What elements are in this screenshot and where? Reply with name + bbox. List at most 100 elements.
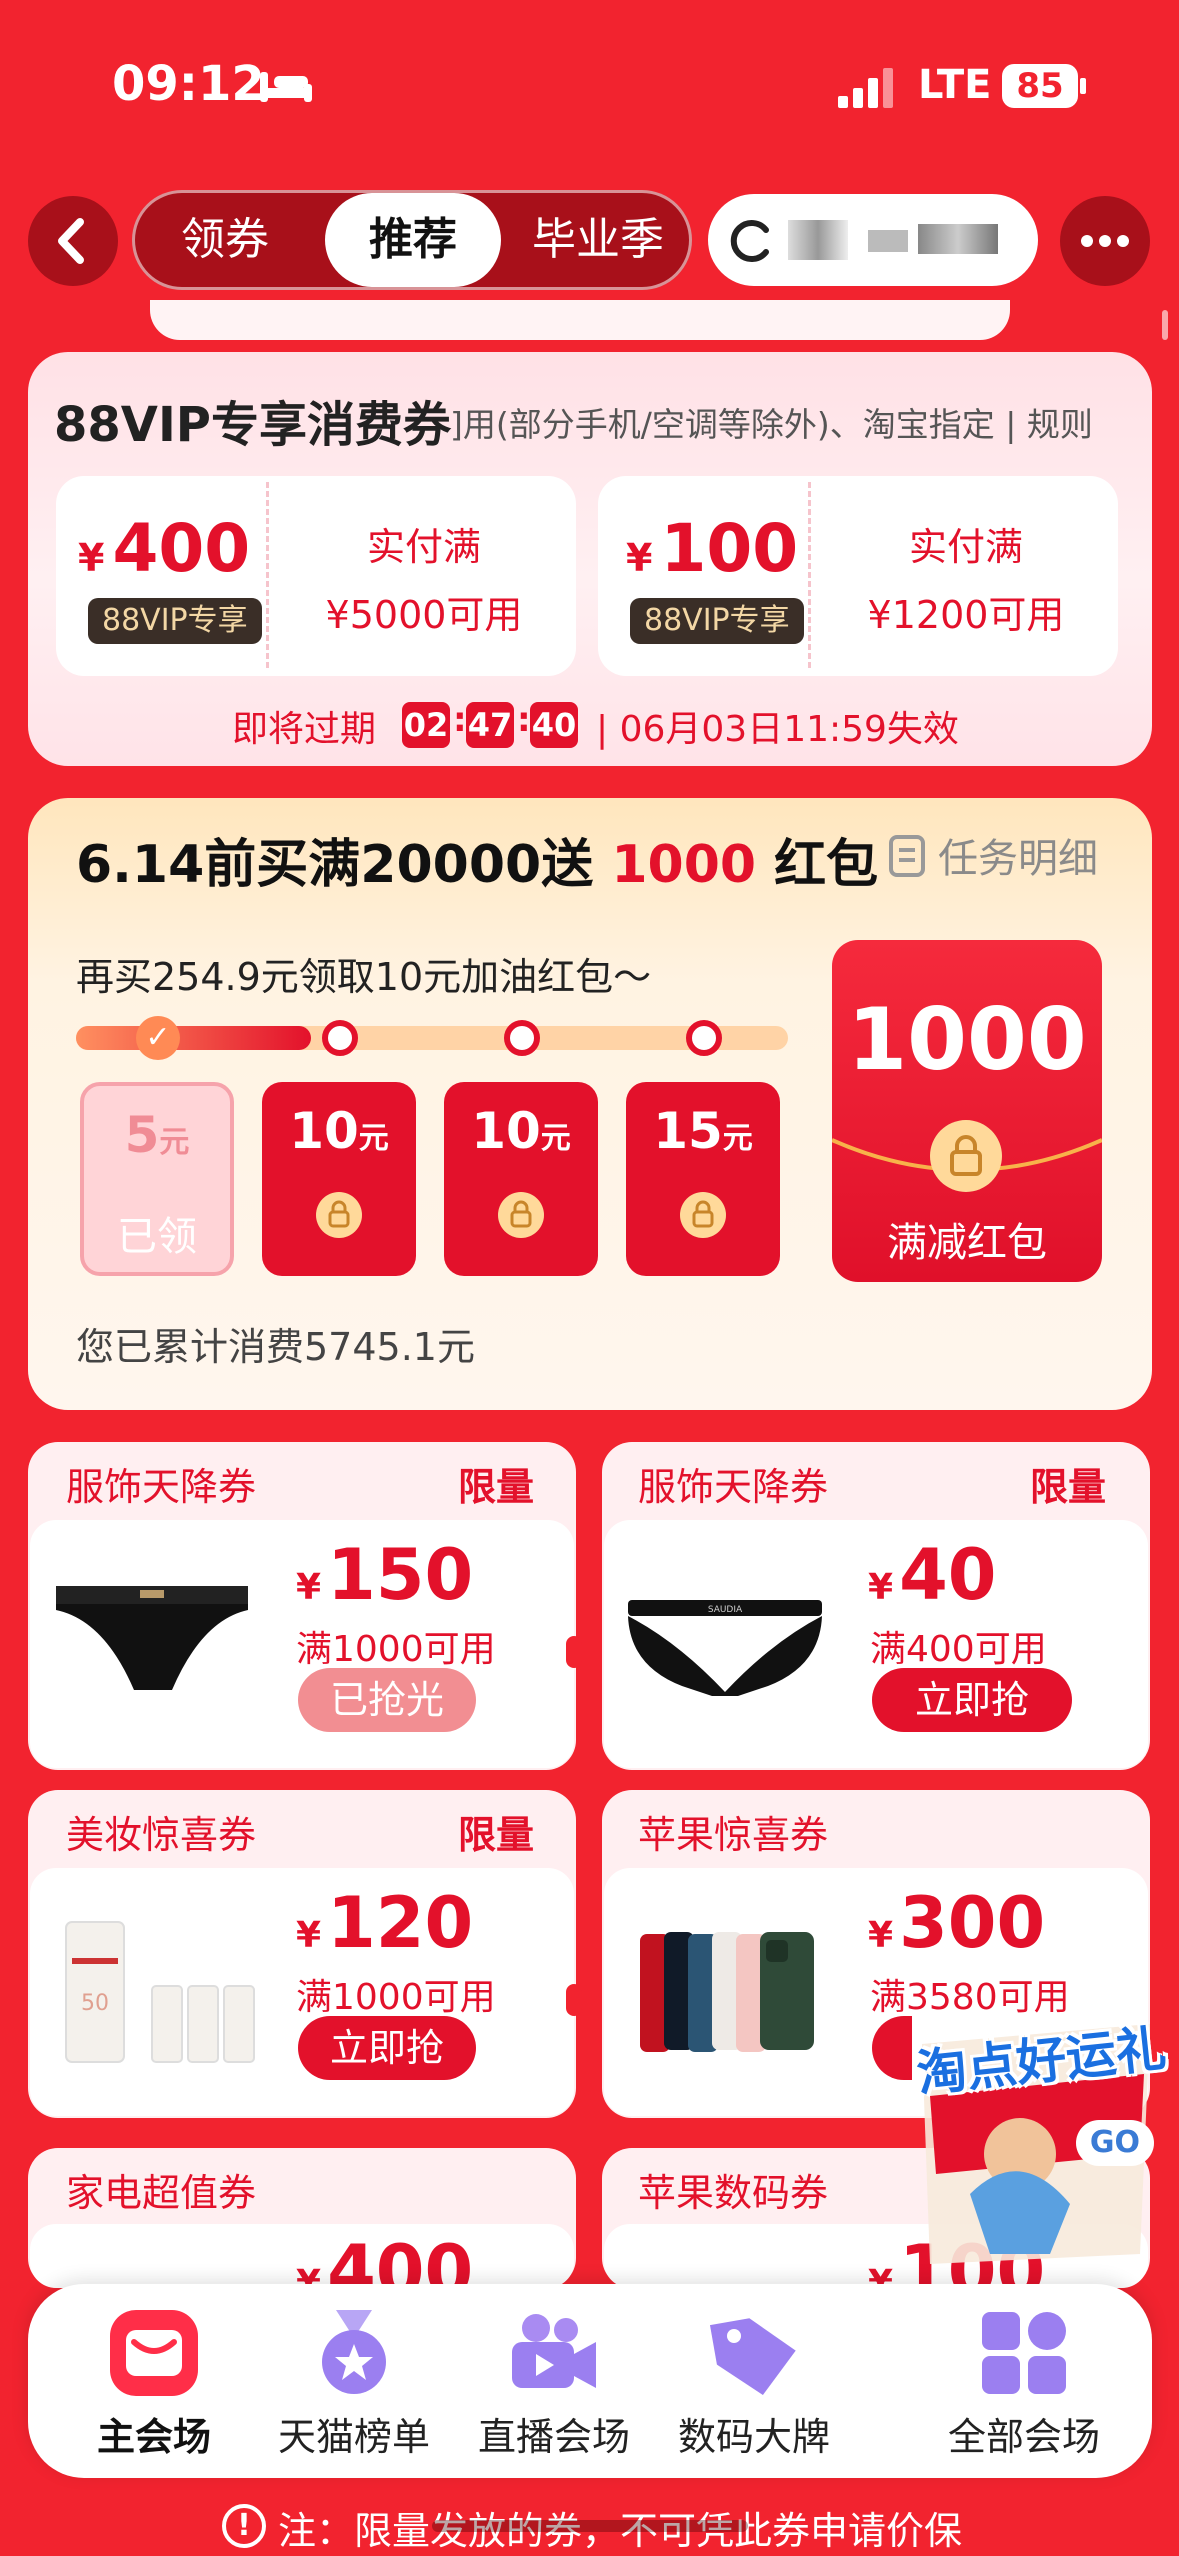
product-card-title: 服饰天降券 xyxy=(66,1465,257,1509)
coupon-condition: 实付满 xyxy=(366,525,481,569)
lock-icon xyxy=(680,1192,726,1238)
live-venue-icon xyxy=(512,2314,596,2388)
coupon-condition: ¥5000可用 xyxy=(325,593,523,637)
float-badge-go: GO xyxy=(1090,2125,1140,2160)
tab-recommend[interactable]: 推荐 xyxy=(325,193,501,287)
tab-graduation[interactable]: 毕业季 xyxy=(507,193,689,287)
product-coupon-amount: ¥300 xyxy=(868,1882,1046,1964)
redacted-text xyxy=(918,224,998,254)
search-icon xyxy=(730,220,769,262)
nav-tmall-ranking[interactable]: 天猫榜单 xyxy=(254,2298,454,2468)
tab-coupons[interactable]: 领券 xyxy=(135,193,315,287)
product-card-title: 苹果惊喜券 xyxy=(638,1813,829,1857)
countdown-seconds: 40 xyxy=(530,702,578,748)
countdown-separator: : xyxy=(453,700,467,740)
product-coupon-amount: ¥120 xyxy=(296,1882,474,1964)
status-time: 09:12 xyxy=(112,56,265,112)
svg-text:SAUDIA: SAUDIA xyxy=(708,1605,743,1615)
svg-text:50: 50 xyxy=(81,1991,109,2016)
product-coupon-amount: ¥40 xyxy=(868,1534,997,1616)
coupon-divider xyxy=(266,482,269,668)
vip-rules-link[interactable]: ]用(部分手机/空调等除外)、淘宝指定 | 规则 xyxy=(450,398,1093,446)
product-coupon-amount: ¥150 xyxy=(296,1534,474,1616)
network-type: LTE xyxy=(918,62,992,108)
grab-now-button[interactable]: 立即抢 xyxy=(298,2016,476,2080)
scroll-indicator xyxy=(1162,310,1168,340)
product-card-title: 美妆惊喜券 xyxy=(66,1813,257,1857)
progress-node xyxy=(686,1020,722,1056)
battery-nub xyxy=(1080,78,1086,94)
sunscreen-image: 50 xyxy=(65,1921,255,2063)
main-venue-icon xyxy=(110,2310,198,2396)
product-card-title: 苹果数码券 xyxy=(638,2171,829,2215)
nav-digital-brand-label: 数码大牌 xyxy=(677,2415,830,2459)
nav-main-venue-label: 主会场 xyxy=(96,2415,211,2459)
red-packet-title: 6.14前买满20000送 1000 红包 xyxy=(76,835,879,895)
tier-15[interactable]: 15元 xyxy=(626,1082,780,1276)
all-venues-icon xyxy=(982,2312,1066,2394)
coupon-condition: 实付满 xyxy=(908,525,1023,569)
coupon-amount: ¥100 xyxy=(626,510,799,587)
nav-live-venue-label: 直播会场 xyxy=(477,2415,630,2459)
search-box[interactable] xyxy=(708,194,1038,286)
battery-indicator: 85 xyxy=(1002,64,1078,108)
top-tabs: 领券 推荐 毕业季 xyxy=(132,190,692,290)
info-icon: ! xyxy=(222,2504,266,2548)
total-spent: 您已累计消费5745.1元 xyxy=(76,1325,475,1369)
home-indicator xyxy=(432,2520,748,2532)
sold-out-button[interactable]: 已抢光 xyxy=(298,1668,476,1732)
back-button[interactable] xyxy=(28,196,118,286)
check-icon: ✓ xyxy=(136,1016,180,1060)
nav-digital-brand[interactable]: 数码大牌 xyxy=(654,2298,854,2468)
digital-brand-icon xyxy=(709,2318,796,2396)
limited-badge: 限量 xyxy=(1030,1465,1107,1509)
lock-icon xyxy=(316,1192,362,1238)
tier-10-a[interactable]: 10元 xyxy=(262,1082,416,1276)
limited-badge: 限量 xyxy=(458,1465,535,1509)
banner-peek xyxy=(150,300,1010,340)
red-packet-hint: 再买254.9元领取10元加油红包～ xyxy=(76,955,652,999)
product-card-title: 服饰天降券 xyxy=(638,1465,829,1509)
countdown-hours: 02 xyxy=(402,702,450,748)
product-coupon-condition: 满1000可用 xyxy=(296,1977,496,2018)
iphone-image xyxy=(640,1932,814,2052)
nav-main-venue[interactable]: 主会场 xyxy=(54,2298,254,2468)
tier-5-claimed: 5元 已领 xyxy=(80,1082,234,1276)
product-card-title: 家电超值券 xyxy=(66,2171,257,2215)
sleep-focus-icon xyxy=(260,72,312,102)
tmall-ranking-icon xyxy=(322,2310,386,2394)
coupon-divider xyxy=(808,482,811,668)
lock-icon xyxy=(498,1192,544,1238)
nav-tmall-ranking-label: 天猫榜单 xyxy=(277,2415,430,2459)
coupon-notch xyxy=(566,1984,582,2016)
product-coupon-condition: 满1000可用 xyxy=(296,1629,496,1670)
coupon-notch xyxy=(566,1636,582,1668)
lock-icon xyxy=(930,1120,1002,1192)
nav-live-venue[interactable]: 直播会场 xyxy=(454,2298,654,2468)
tier-10-b[interactable]: 10元 xyxy=(444,1082,598,1276)
countdown-minutes: 47 xyxy=(466,702,514,748)
task-detail-link[interactable]: 任务明细 xyxy=(938,826,1098,884)
chevron-left-icon xyxy=(58,218,84,264)
redacted-text xyxy=(788,220,848,260)
more-dots-icon xyxy=(1081,235,1129,247)
briefs-image xyxy=(56,1586,248,1690)
coupon-condition: ¥1200可用 xyxy=(867,593,1065,637)
vip-exclusive-tag: 88VIP专享 xyxy=(88,598,262,644)
task-list-icon[interactable] xyxy=(888,834,926,878)
nav-all-venues[interactable]: 全部会场 xyxy=(924,2298,1124,2468)
progress-node xyxy=(504,1020,540,1056)
nav-all-venues-label: 全部会场 xyxy=(947,2415,1100,2459)
redacted-text xyxy=(868,230,908,252)
product-coupon-condition: 满400可用 xyxy=(870,1629,1047,1670)
coupon-amount: ¥400 xyxy=(78,510,251,587)
vip-exclusive-tag: 88VIP专享 xyxy=(630,598,804,644)
product-coupon-amount: ¥400 xyxy=(296,2236,474,2284)
limited-badge: 限量 xyxy=(458,1813,535,1857)
lucky-gift-float-badge[interactable]: GO 淘点好运礼 xyxy=(900,2004,1169,2274)
more-button[interactable] xyxy=(1060,196,1150,286)
grab-now-button[interactable]: 立即抢 xyxy=(872,1668,1072,1732)
progress-node xyxy=(322,1020,358,1056)
expire-date: | 06月03日11:59失效 xyxy=(596,709,959,750)
countdown-separator: : xyxy=(517,700,531,740)
